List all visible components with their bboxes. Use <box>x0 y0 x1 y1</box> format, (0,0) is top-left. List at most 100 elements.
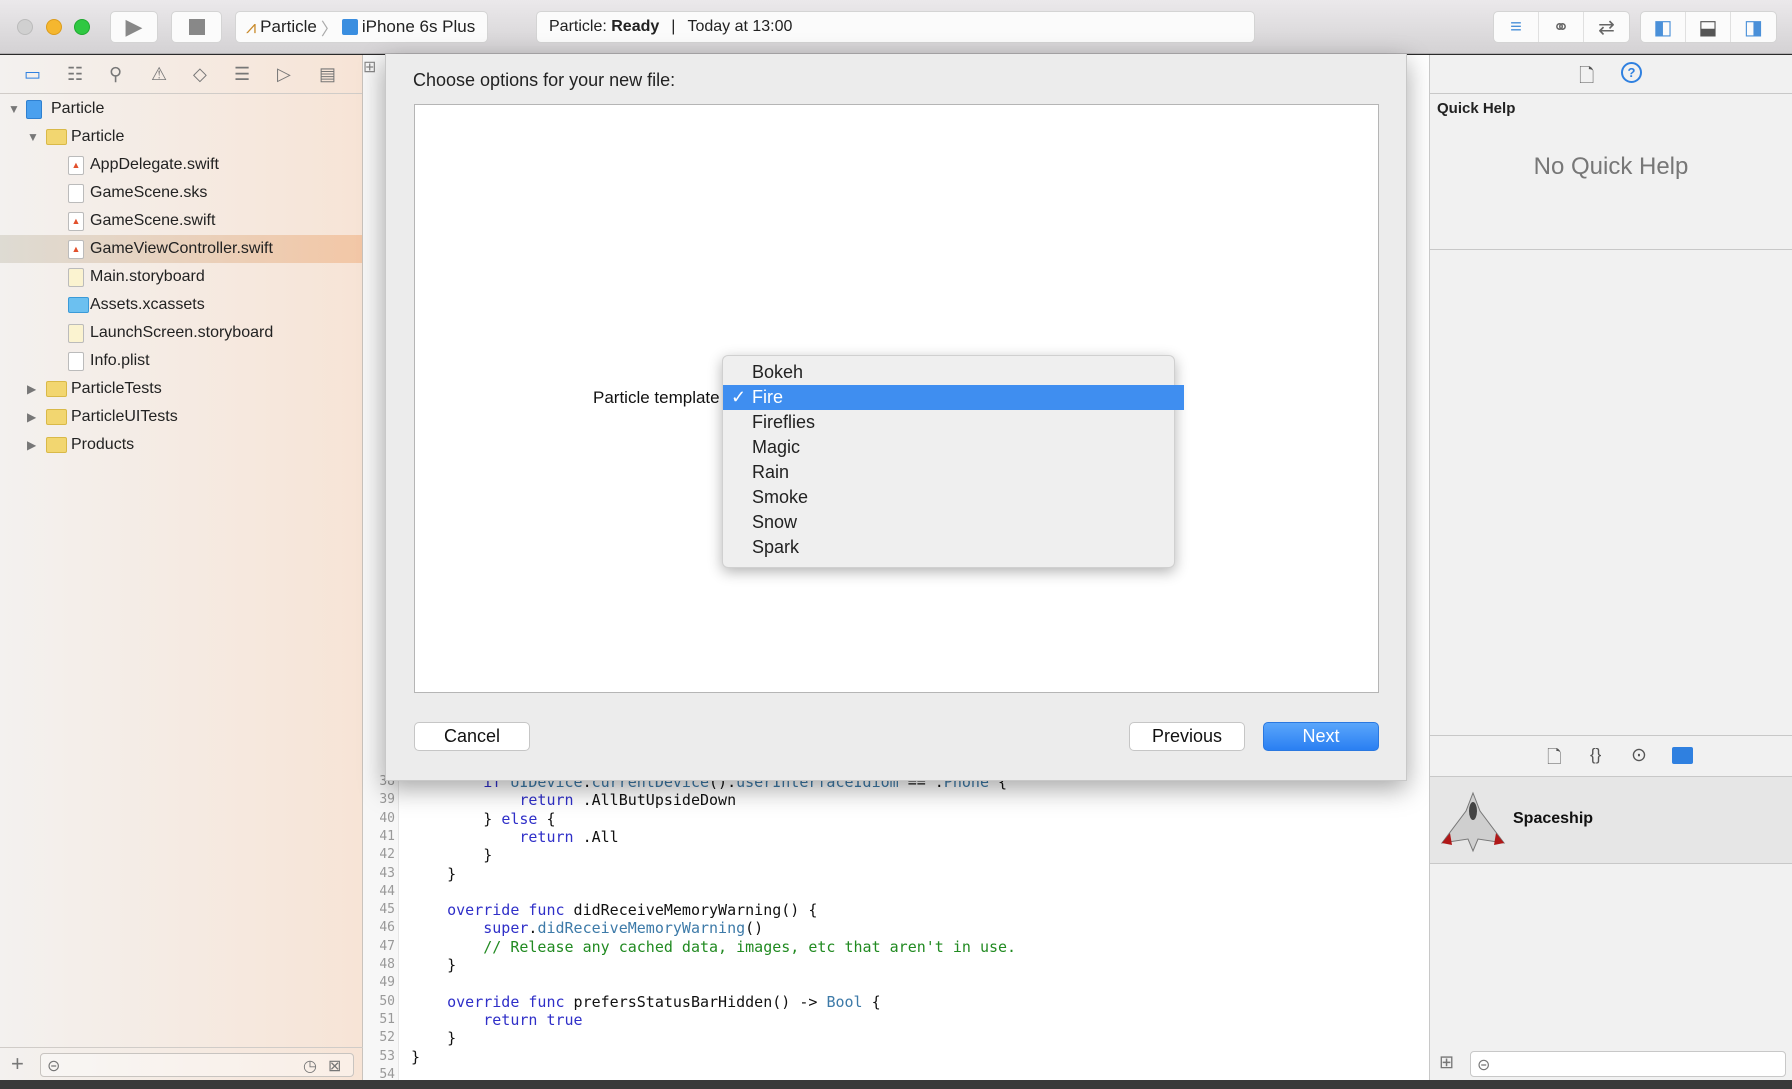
line-number: 46 <box>379 920 395 936</box>
stop-button[interactable] <box>171 11 222 43</box>
zoom-window-button[interactable] <box>74 19 90 35</box>
line-number: 48 <box>379 957 395 972</box>
code-line[interactable]: override func didReceiveMemoryWarning() … <box>411 901 817 919</box>
breakpoint-icon[interactable]: ▷ <box>277 64 291 85</box>
search-icon[interactable]: ⚲ <box>109 64 122 85</box>
utilities-toggle-icon[interactable]: ◨ <box>1731 12 1776 42</box>
code-snippet-library-icon[interactable]: {} <box>1590 745 1601 765</box>
menu-item[interactable]: ✓ Fire <box>723 385 1184 410</box>
menu-item-label: Bokeh <box>752 362 804 382</box>
file-inspector-icon[interactable]: 🗋 <box>1579 62 1594 94</box>
code-line[interactable]: return true <box>411 1011 582 1029</box>
object-library-icon[interactable]: ⊙ <box>1631 744 1647 767</box>
scheme-name[interactable]: Particle <box>260 17 317 37</box>
filter-input[interactable]: ⊝ ◷ ⊠ <box>40 1053 354 1077</box>
code-line[interactable]: } <box>411 1048 420 1066</box>
code-token: } <box>483 809 502 828</box>
particle-template-menu[interactable]: Bokeh ✓ Fire Fireflies Magic Rain Smoke Snow Spa… <box>722 355 1184 568</box>
tree-item[interactable]: GameScene.sks <box>0 179 362 207</box>
menu-item[interactable]: Fireflies <box>723 410 1174 435</box>
tree-item[interactable]: Info.plist <box>0 347 362 375</box>
disclosure-expanded-icon[interactable]: ▼ <box>8 102 20 116</box>
code-line[interactable]: return .AllButUpsideDown <box>411 791 736 809</box>
tree-item-label: LaunchScreen.storyboard <box>90 324 274 341</box>
previous-button[interactable]: Previous <box>1129 722 1245 751</box>
tree-item[interactable]: Assets.xcassets <box>0 291 362 319</box>
code-line[interactable]: // Release any cached data, images, etc … <box>411 938 1016 956</box>
test-icon[interactable]: ◇ <box>193 64 207 85</box>
version-editor-icon[interactable]: ⇄ <box>1584 12 1629 42</box>
debug-area-toggle-icon[interactable]: ⬓ <box>1686 12 1731 42</box>
report-icon[interactable]: ▤ <box>319 64 336 85</box>
tree-item[interactable]: Main.storyboard <box>0 263 362 291</box>
warning-icon[interactable]: ⚠ <box>151 64 167 85</box>
folder-icon <box>46 129 67 145</box>
media-library-icon[interactable] <box>1672 747 1693 764</box>
code-line[interactable]: } <box>411 956 456 974</box>
tree-item[interactable]: ▲ AppDelegate.swift <box>0 151 362 179</box>
menu-item[interactable]: Smoke <box>723 485 1174 510</box>
close-window-button[interactable] <box>17 19 33 35</box>
line-number: 53 <box>379 1048 395 1064</box>
library-item-spaceship[interactable]: Spaceship <box>1430 777 1792 864</box>
standard-editor-icon[interactable]: ≡ <box>1494 12 1539 42</box>
line-number: 42 <box>379 847 395 863</box>
disclosure-collapsed-icon[interactable]: ▶ <box>27 438 36 452</box>
add-icon[interactable]: + <box>11 1051 24 1077</box>
grid-view-icon[interactable]: ⊞ <box>1439 1052 1454 1073</box>
activity-project: Particle: <box>549 18 612 35</box>
code-line[interactable]: return .All <box>411 828 618 846</box>
disclosure-collapsed-icon[interactable]: ▶ <box>27 382 36 396</box>
code-line[interactable]: override func prefersStatusBarHidden() -… <box>411 993 881 1011</box>
menu-item[interactable]: Snow <box>723 510 1174 535</box>
file-template-library-icon[interactable]: 🗋 <box>1547 745 1561 775</box>
tree-item[interactable]: ▲ GameViewController.swift <box>0 235 362 263</box>
tree-item[interactable]: LaunchScreen.storyboard <box>0 319 362 347</box>
menu-item[interactable]: Magic <box>723 435 1174 460</box>
tree-item-label: Assets.xcassets <box>90 296 205 313</box>
folder-icon[interactable]: ▭ <box>24 64 41 85</box>
menu-item[interactable]: Bokeh <box>723 360 1174 385</box>
tree-item[interactable]: ▲ GameScene.swift <box>0 207 362 235</box>
code-line[interactable]: } <box>411 846 492 864</box>
assistant-editor-icon[interactable]: ⚭ <box>1539 12 1584 42</box>
code-line[interactable]: } else { <box>411 809 555 828</box>
code-line[interactable]: super.didReceiveMemoryWarning() <box>411 919 763 937</box>
divider <box>1430 249 1792 250</box>
run-button[interactable]: ▶ <box>110 11 158 43</box>
activity-view: Particle: Ready | Today at 13:00 <box>536 11 1255 43</box>
line-number: 47 <box>379 938 395 954</box>
code-line[interactable]: } <box>411 1029 456 1047</box>
navigator-toggle-icon[interactable]: ◧ <box>1641 12 1686 42</box>
debug-icon[interactable]: ☰ <box>234 64 250 85</box>
minimize-window-button[interactable] <box>46 19 62 35</box>
menu-item[interactable]: Spark <box>723 535 1174 560</box>
scheme-selector[interactable]: ⩘ Particle 〉 iPhone 6s Plus <box>235 11 488 43</box>
quick-help-icon[interactable]: ? <box>1621 62 1642 83</box>
code-line[interactable]: } <box>411 865 456 883</box>
device-name[interactable]: iPhone 6s Plus <box>362 17 475 37</box>
menu-item[interactable]: Rain <box>723 460 1174 485</box>
tree-item[interactable]: ▶ ParticleTests <box>0 375 362 403</box>
tree-item[interactable]: ▶ ParticleUITests <box>0 403 362 431</box>
disclosure-collapsed-icon[interactable]: ▶ <box>27 410 36 424</box>
filter-icon: ⊝ <box>1477 1057 1491 1074</box>
symbol-navigator-icon[interactable]: ☷ <box>67 64 83 85</box>
line-number: 40 <box>379 810 395 826</box>
scm-filter-icon[interactable]: ⊠ <box>328 1056 341 1076</box>
disclosure-expanded-icon[interactable]: ▼ <box>27 130 39 144</box>
code-token: } <box>483 846 493 865</box>
tree-item[interactable]: ▼ Particle <box>0 95 362 123</box>
tree-item[interactable]: ▶ Products <box>0 431 362 459</box>
cancel-button[interactable]: Cancel <box>414 722 530 751</box>
next-button[interactable]: Next <box>1263 722 1379 751</box>
related-items-icon[interactable]: ⊞ <box>363 57 376 77</box>
tree-item[interactable]: ▼ Particle <box>0 123 362 151</box>
code-token: // Release any cached data, images, etc … <box>483 937 1017 956</box>
library-filter-input[interactable]: ⊝ <box>1470 1051 1786 1077</box>
recent-files-icon[interactable]: ◷ <box>303 1056 317 1076</box>
menu-item-label: Magic <box>752 437 801 457</box>
